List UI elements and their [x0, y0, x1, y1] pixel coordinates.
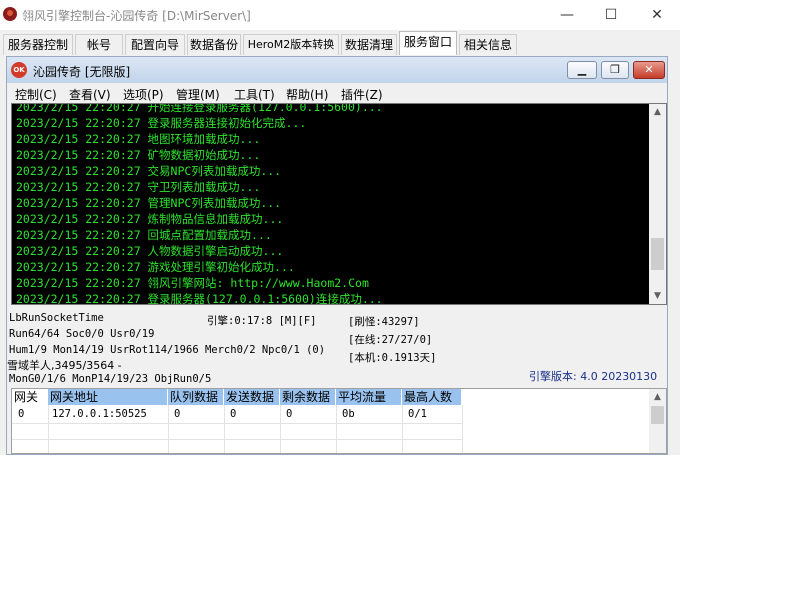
local-uptime: [本机:0.1913天] [348, 352, 437, 364]
main-tabs: 服务器控制 帐号 配置向导 数据备份 HeroM2版本转换 数据清理 服务窗口 … [3, 31, 680, 55]
grid-line [402, 405, 403, 453]
tab-service-window[interactable]: 服务窗口 [399, 31, 457, 55]
minimize-button[interactable]: — [552, 4, 582, 26]
status-line-mong: MonG0/1/6 MonP14/19/23 ObjRun0/5 [9, 373, 212, 385]
grid-line [280, 405, 281, 453]
title-bar[interactable]: 翎风引擎控制台-沁园传奇 [D:\MirServer\] — ☐ ✕ [0, 0, 680, 30]
mdi-minimize-button[interactable]: ▁ [567, 61, 597, 79]
window-title: 翎风引擎控制台-沁园传奇 [D:\MirServer\] [22, 9, 251, 23]
menu-view[interactable]: 查看(V) [69, 86, 111, 103]
service-window-title-bar[interactable]: OK 沁园传奇 [无限版] ▁ ❐ ✕ [7, 57, 667, 83]
mdi-restore-button[interactable]: ❐ [601, 61, 629, 79]
log-line: 2023/2/15 22:20:27 登录服务器(127.0.0.1:5600)… [16, 292, 383, 305]
grid-line [224, 405, 225, 453]
log-line: 2023/2/15 22:20:27 人物数据引擎启动成功... [16, 244, 284, 258]
column-header-remaining-data[interactable]: 剩余数据 [280, 389, 336, 405]
column-header-queue-data[interactable]: 队列数据 [168, 389, 224, 405]
cell-sent-data: 0 [230, 408, 237, 420]
log-line: 2023/2/15 22:20:27 管理NPC列表加载成功... [16, 196, 282, 210]
log-line: 2023/2/15 22:20:27 开始连接登录服务器(127.0.0.1:5… [16, 103, 383, 114]
tab-account[interactable]: 帐号 [75, 34, 123, 55]
scroll-down-arrow-icon[interactable]: ▼ [649, 288, 666, 304]
grid-line [168, 405, 169, 453]
menu-manage[interactable]: 管理(M) [176, 86, 220, 103]
main-window: 翎风引擎控制台-沁园传奇 [D:\MirServer\] — ☐ ✕ 服务器控制… [0, 0, 680, 455]
table-scroll-thumb[interactable] [651, 406, 664, 424]
online-count: [在线:27/27/0] [348, 334, 433, 346]
tab-data-backup[interactable]: 数据备份 [187, 34, 241, 55]
column-header-gateway-address[interactable]: 网关地址 [48, 389, 168, 405]
menu-bar: 控制(C) 查看(V) 选项(P) 管理(M) 工具(T) 帮助(H) 插件(Z… [7, 84, 667, 104]
grid-line [336, 405, 337, 453]
grid-line [12, 439, 462, 440]
status-line-monster: 雪域羊人,3495/3564 - [7, 359, 122, 372]
service-window-title: 沁园传奇 [无限版] [33, 65, 131, 79]
status-line-run: Run64/64 Soc0/0 Usr0/19 [9, 328, 155, 340]
menu-tools[interactable]: 工具(T) [234, 86, 275, 103]
log-line: 2023/2/15 22:20:27 交易NPC列表加载成功... [16, 164, 282, 178]
log-line: 2023/2/15 22:20:27 地图环境加载成功... [16, 132, 261, 146]
tab-server-control[interactable]: 服务器控制 [3, 34, 73, 55]
column-header-max-users[interactable]: 最高人数 [402, 389, 462, 405]
status-line-hum: Hum1/9 Mon14/19 UsrRot114/1966 Merch0/2 … [9, 344, 326, 356]
grid-line [12, 423, 462, 424]
column-header-sent-data[interactable]: 发送数据 [224, 389, 280, 405]
grid-line [462, 405, 463, 453]
cell-gateway-address: 127.0.0.1:50525 [52, 408, 147, 420]
column-header-average-traffic[interactable]: 平均流量 [336, 389, 402, 405]
engine-time: 引擎:0:17:8 [M][F] [207, 315, 317, 327]
service-window: OK 沁园传奇 [无限版] ▁ ❐ ✕ 控制(C) 查看(V) 选项(P) 管理… [6, 56, 668, 455]
table-scrollbar[interactable]: ▲ [649, 389, 666, 453]
maximize-button[interactable]: ☐ [596, 4, 626, 26]
tab-herom2-convert[interactable]: HeroM2版本转换 [243, 34, 339, 55]
mdi-close-button[interactable]: ✕ [633, 61, 665, 79]
log-scrollbar[interactable]: ▲ ▼ [649, 104, 666, 304]
log-line: 2023/2/15 22:20:27 炼制物品信息加载成功... [16, 212, 284, 226]
app-logo-icon [3, 7, 17, 21]
server-log[interactable]: 2023/2/15 22:20:27 开始连接登录服务器(127.0.0.1:5… [11, 103, 667, 305]
grid-line [48, 405, 49, 453]
tab-data-cleanup[interactable]: 数据清理 [341, 34, 397, 55]
cell-remaining-data: 0 [286, 408, 293, 420]
menu-help[interactable]: 帮助(H) [286, 86, 328, 103]
ok-icon: OK [11, 62, 27, 78]
log-line: 2023/2/15 22:20:27 游戏处理引擎初始化成功... [16, 260, 295, 274]
menu-plugins[interactable]: 插件(Z) [341, 86, 383, 103]
log-line: 2023/2/15 22:20:27 翎风引擎网站: http://www.Ha… [16, 276, 369, 290]
log-lines: 2023/2/15 22:20:27 开始连接登录服务器(127.0.0.1:5… [16, 103, 383, 305]
column-header-gateway[interactable]: 网关 [12, 389, 48, 405]
menu-control[interactable]: 控制(C) [15, 86, 57, 103]
cell-gateway: 0 [18, 408, 25, 420]
cell-max-users: 0/1 [408, 408, 427, 420]
status-line-socket-time: LbRunSocketTime [9, 312, 104, 324]
gateway-table[interactable]: 网关 网关地址 队列数据 发送数据 剩余数据 平均流量 最高人数 0 127.0… [11, 388, 667, 454]
tab-config-wizard[interactable]: 配置向导 [125, 34, 185, 55]
close-button[interactable]: ✕ [642, 4, 672, 26]
scroll-up-arrow-icon[interactable]: ▲ [649, 104, 666, 120]
table-scroll-up-arrow-icon[interactable]: ▲ [649, 389, 666, 405]
log-line: 2023/2/15 22:20:27 登录服务器连接初始化完成... [16, 116, 307, 130]
cell-queue-data: 0 [174, 408, 181, 420]
refresh-monster-count: [刷怪:43297] [348, 316, 420, 328]
log-scroll-thumb[interactable] [651, 238, 664, 270]
cell-average-traffic: 0b [342, 408, 355, 420]
log-line: 2023/2/15 22:20:27 回城点配置加载成功... [16, 228, 272, 242]
tab-related-info[interactable]: 相关信息 [459, 34, 517, 55]
log-line: 2023/2/15 22:20:27 矿物数据初始成功... [16, 148, 261, 162]
log-line: 2023/2/15 22:20:27 守卫列表加载成功... [16, 180, 261, 194]
menu-options[interactable]: 选项(P) [123, 86, 164, 103]
engine-version: 引擎版本: 4.0 20230130 [529, 370, 658, 383]
